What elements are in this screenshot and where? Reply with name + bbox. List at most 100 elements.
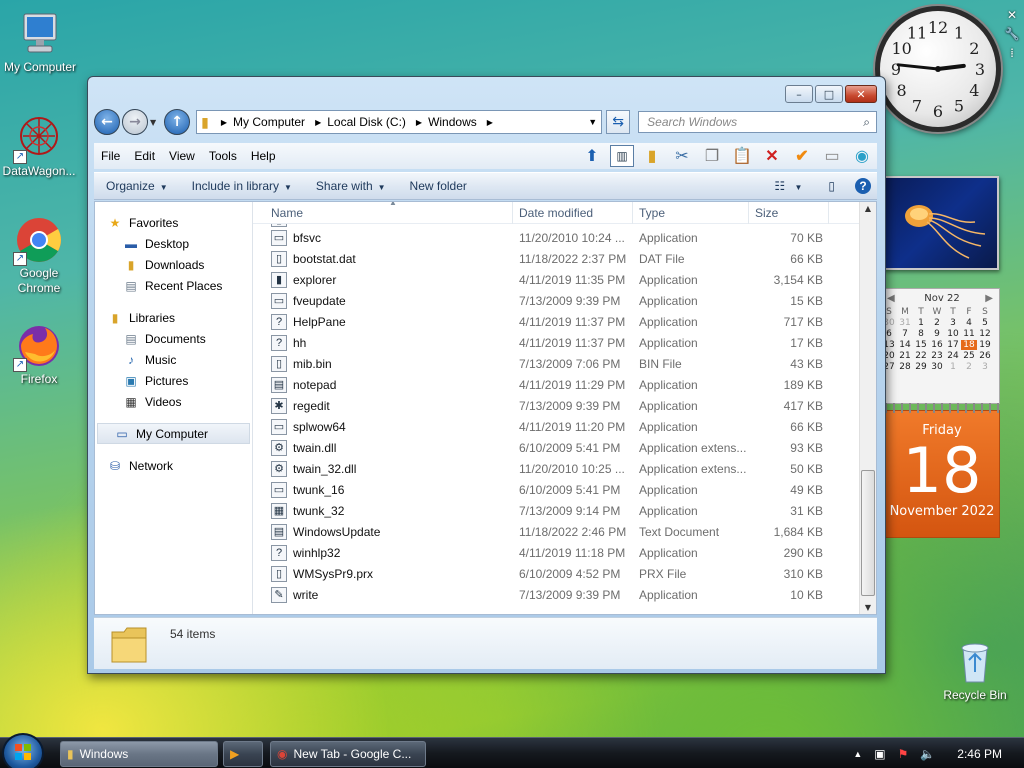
table-row[interactable]: ⚙ twain.dll 6/10/2009 5:41 PM Application e… xyxy=(253,437,860,458)
calendar-day-cell[interactable]: 2 xyxy=(929,318,945,328)
calendar-day-cell[interactable]: 14 xyxy=(897,340,913,350)
calendar-day-cell[interactable]: 4 xyxy=(961,318,977,328)
scroll-thumb[interactable] xyxy=(861,470,875,596)
address-dropdown-icon[interactable]: ▼ xyxy=(588,117,597,127)
calendar-day-cell[interactable]: 1 xyxy=(913,318,929,328)
calendar-day-cell[interactable]: 22 xyxy=(913,351,929,361)
table-row[interactable]: ✎ write 7/13/2009 9:39 PM Application 10 KB xyxy=(253,584,860,605)
nav-libraries[interactable]: ▮ Libraries xyxy=(95,307,252,328)
drag-handle-icon[interactable]: ⁞ xyxy=(1004,46,1020,62)
table-row[interactable]: ? hh 4/11/2019 11:37 PM Application 17 KB xyxy=(253,332,860,353)
views-icon[interactable]: ☷ ▼ xyxy=(774,179,808,193)
table-row[interactable]: ▦ twunk_32 7/13/2009 9:14 PM Application 31 … xyxy=(253,500,860,521)
search-icon[interactable]: ⌕ xyxy=(863,115,870,130)
calendar-day-cell[interactable]: 23 xyxy=(929,351,945,361)
nav-favorites[interactable]: ★ Favorites xyxy=(95,212,252,233)
calendar-gadget[interactable]: ◀ Nov 22 ▶ S M T W T F S 30 31 1 2 3 4 5 6 7 8 9 10 11 12 13 1… xyxy=(883,288,1000,544)
network-tray-icon[interactable]: ▣ xyxy=(874,747,885,761)
breadcrumb-separator-icon[interactable]: ▶ xyxy=(487,118,493,127)
properties-icon[interactable]: ▭ xyxy=(820,145,844,167)
table-row[interactable]: ▯ bootstat.dat 11/18/2022 2:37 PM DAT File 6… xyxy=(253,248,860,269)
new-folder-button[interactable]: New folder xyxy=(398,179,479,193)
close-icon[interactable]: ✕ xyxy=(1004,8,1020,24)
action-center-icon[interactable]: ⚑ xyxy=(898,747,909,761)
up-button[interactable]: ↑ xyxy=(164,109,191,135)
copy-icon[interactable]: ❐ xyxy=(700,145,724,167)
calendar-day-cell[interactable]: 7 xyxy=(897,329,913,339)
calendar-day-cell[interactable]: 16 xyxy=(929,340,945,350)
breadcrumb-separator-icon[interactable]: ▶ xyxy=(416,118,422,127)
calendar-next-icon[interactable]: ▶ xyxy=(985,293,993,304)
nav-videos[interactable]: ▦ Videos xyxy=(95,391,252,412)
breadcrumb-my-computer[interactable]: My Computer xyxy=(233,115,305,129)
scroll-up-icon[interactable]: ▲ xyxy=(860,204,876,213)
calendar-day-cell[interactable]: 29 xyxy=(913,362,929,372)
recent-pages-dropdown-icon[interactable]: ▼ xyxy=(150,118,156,127)
desktop-icon-chrome[interactable]: ↗ Google Chrome xyxy=(0,216,79,296)
paste-icon[interactable]: 📋 xyxy=(730,145,754,167)
calendar-day-cell[interactable]: 5 xyxy=(977,318,993,328)
vertical-scrollbar[interactable]: ▲ ▼ xyxy=(859,202,876,614)
taskbar-windows-explorer[interactable]: ▮ Windows xyxy=(60,741,218,767)
calendar-day-cell[interactable]: 1 xyxy=(945,362,961,372)
table-row[interactable]: ▤ WindowsUpdate 11/18/2022 2:46 PM Text Doc… xyxy=(253,521,860,542)
nav-desktop[interactable]: ▬ Desktop xyxy=(95,233,252,254)
calendar-day-cell[interactable]: 28 xyxy=(897,362,913,372)
nav-pictures[interactable]: ▣ Pictures xyxy=(95,370,252,391)
calendar-day-cell[interactable]: 11 xyxy=(961,329,977,339)
calendar-day-cell[interactable]: 30 xyxy=(929,362,945,372)
cut-icon[interactable]: ✂ xyxy=(670,145,694,167)
calendar-day-cell[interactable]: 9 xyxy=(929,329,945,339)
table-row[interactable]: ? HelpPane 4/11/2019 11:37 PM Application 71… xyxy=(253,311,860,332)
calendar-day-cell[interactable]: 3 xyxy=(977,362,993,372)
calendar-day-cell[interactable]: 10 xyxy=(945,329,961,339)
column-type[interactable]: Type xyxy=(633,202,749,224)
share-with-button[interactable]: Share with ▼ xyxy=(304,179,398,193)
menu-tools[interactable]: Tools xyxy=(202,149,244,163)
preview-pane-icon[interactable]: ▯ xyxy=(828,179,835,193)
calendar-day-cell[interactable]: 25 xyxy=(961,351,977,361)
taskbar-media-player[interactable]: ▶ xyxy=(223,741,263,767)
breadcrumb-separator-icon[interactable]: ▶ xyxy=(221,118,227,127)
breadcrumb-local-disk[interactable]: Local Disk (C:) xyxy=(327,115,406,129)
wrench-icon[interactable]: 🔧 xyxy=(1004,27,1020,43)
table-row[interactable]: ▭ splwow64 4/11/2019 11:20 PM Application 66… xyxy=(253,416,860,437)
calendar-day-cell[interactable]: 18 xyxy=(961,340,977,350)
table-row[interactable]: ▭ fveupdate 7/13/2009 9:39 PM Application 15… xyxy=(253,290,860,311)
organize-button[interactable]: Organize ▼ xyxy=(94,179,180,193)
table-row[interactable]: ? winhlp32 4/11/2019 11:18 PM Application 29… xyxy=(253,542,860,563)
calendar-day-cell[interactable]: 3 xyxy=(945,318,961,328)
calendar-day-cell[interactable]: 31 xyxy=(897,318,913,328)
minimize-button[interactable]: – xyxy=(785,85,813,103)
include-in-library-button[interactable]: Include in library ▼ xyxy=(180,179,304,193)
refresh-button[interactable]: ⇆ xyxy=(606,110,631,134)
scroll-down-icon[interactable]: ▼ xyxy=(860,603,876,612)
up-folder-icon[interactable]: ⬆ xyxy=(580,145,604,167)
column-name[interactable]: Name xyxy=(253,202,513,224)
table-row[interactable]: ✱ regedit 7/13/2009 9:39 PM Application 417 … xyxy=(253,395,860,416)
show-hidden-icons-icon[interactable]: ▲ xyxy=(853,749,862,759)
desktop-icon-recycle-bin[interactable]: Recycle Bin xyxy=(935,638,1015,702)
table-row[interactable]: ▭ bfsvc 11/20/2010 10:24 ... Application 70 … xyxy=(253,227,860,248)
menu-file[interactable]: File xyxy=(94,149,127,163)
close-button[interactable]: ✕ xyxy=(845,85,877,103)
back-button[interactable]: ← xyxy=(94,109,120,135)
table-row[interactable]: ▯ WMSysPr9.prx 6/10/2009 4:52 PM PRX File 31… xyxy=(253,563,860,584)
calendar-day-cell[interactable]: 8 xyxy=(913,329,929,339)
menu-edit[interactable]: Edit xyxy=(127,149,162,163)
calendar-day-cell[interactable]: 26 xyxy=(977,351,993,361)
folders-pane-icon[interactable]: ▥ xyxy=(610,145,634,167)
nav-network[interactable]: ⛁ Network xyxy=(95,455,252,476)
calendar-day-cell[interactable]: 17 xyxy=(945,340,961,350)
delete-icon[interactable]: ✕ xyxy=(760,145,784,167)
nav-downloads[interactable]: ▮ Downloads xyxy=(95,254,252,275)
maximize-button[interactable]: □ xyxy=(815,85,843,103)
address-bar[interactable]: ▮ ▶ My Computer ▶ Local Disk (C:) ▶ Wind… xyxy=(196,110,603,134)
taskbar-chrome[interactable]: ◉ New Tab - Google C... xyxy=(270,741,426,767)
calendar-day-cell[interactable]: 19 xyxy=(977,340,993,350)
nav-music[interactable]: ♪ Music xyxy=(95,349,252,370)
globe-icon[interactable]: ◉ xyxy=(850,145,874,167)
desktop-icon-datawagon[interactable]: ↗ DataWagon... xyxy=(0,114,79,178)
breadcrumb-windows[interactable]: Windows xyxy=(428,115,477,129)
forward-button[interactable]: → xyxy=(122,109,148,135)
